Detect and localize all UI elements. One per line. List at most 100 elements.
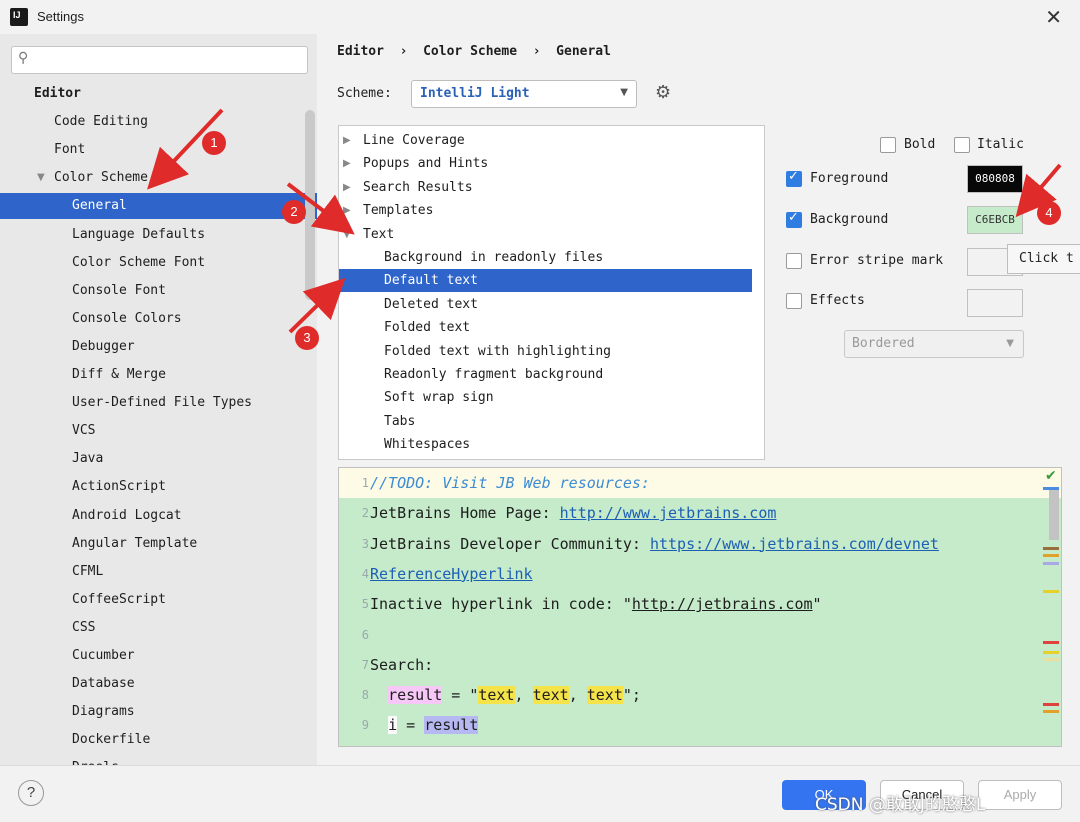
sidebar-item[interactable]: CSS <box>0 615 317 641</box>
sidebar-item[interactable]: Dockerfile <box>0 727 317 753</box>
sidebar-item[interactable]: Editor <box>0 81 317 107</box>
hyperlink[interactable]: ReferenceHyperlink <box>370 565 533 583</box>
stripe-mark <box>1043 703 1059 706</box>
attribute-tree-item[interactable]: ▶ Templates <box>339 199 752 222</box>
settings-search-input[interactable]: ⚲ <box>11 46 308 74</box>
chevron-right-icon[interactable]: ▶ <box>343 129 351 152</box>
hyperlink[interactable]: https://www.jetbrains.com/devnet <box>650 535 939 553</box>
sidebar-item[interactable]: Android Logcat <box>0 503 317 529</box>
attribute-tree-item[interactable]: ▶ Line Coverage <box>339 129 752 152</box>
help-icon[interactable]: ? <box>18 780 44 806</box>
sidebar-item[interactable]: Database <box>0 671 317 697</box>
code-token: = " <box>442 686 479 705</box>
chevron-down-icon[interactable]: ▼ <box>343 223 351 246</box>
sidebar-item[interactable]: CoffeeScript <box>0 587 317 613</box>
code-token: JetBrains Home Page: <box>370 504 560 523</box>
sidebar-item[interactable]: VCS <box>0 418 317 444</box>
italic-checkbox[interactable] <box>954 137 970 153</box>
color-scheme-preview: 1//TODO: Visit JB Web resources: 2 JetBrai… <box>338 467 1062 747</box>
sidebar-item[interactable]: Debugger <box>0 334 317 360</box>
attribute-tree-item[interactable]: Readonly fragment background <box>339 363 752 386</box>
foreground-label: Foreground <box>810 171 889 186</box>
background-color-swatch[interactable]: C6EBCB <box>967 206 1023 234</box>
stripe-mark <box>1043 710 1059 713</box>
gear-icon[interactable]: ⚙ <box>655 82 671 103</box>
preview-line: 4 ReferenceHyperlink <box>339 559 1061 589</box>
breadcrumb-separator: › <box>532 44 541 59</box>
sidebar-item[interactable]: Color Scheme <box>0 165 317 191</box>
attribute-tree-item[interactable]: Default text <box>339 269 752 293</box>
sidebar-item[interactable]: General <box>0 193 317 220</box>
effects-checkbox[interactable] <box>786 293 802 309</box>
sidebar-item[interactable]: Color Scheme Font <box>0 250 317 276</box>
attribute-label: Folded text with highlighting <box>384 343 611 359</box>
sidebar-item[interactable]: User-Defined File Types <box>0 390 317 416</box>
hyperlink[interactable]: http://www.jetbrains.com <box>560 504 777 522</box>
error-stripe-checkbox[interactable] <box>786 253 802 269</box>
title-bar <box>0 0 1080 34</box>
sidebar-item[interactable]: Language Defaults <box>0 222 317 248</box>
code-text: //TODO: Visit JB Web resources: <box>370 468 650 498</box>
attribute-tree-item[interactable]: ▶ Search Results <box>339 176 752 199</box>
sidebar-item[interactable]: ActionScript <box>0 474 317 500</box>
line-number: 5 <box>361 597 369 612</box>
line-number: 3 <box>361 536 369 551</box>
attribute-tree-item[interactable]: Whitespaces <box>339 433 752 456</box>
sidebar-item[interactable]: Diff & Merge <box>0 362 317 388</box>
attribute-label: Search Results <box>363 179 473 195</box>
chevron-down-icon: ▼ <box>620 87 628 98</box>
sidebar-item[interactable]: Angular Template <box>0 531 317 557</box>
intellij-app-icon: IJ <box>8 6 30 28</box>
code-token: result <box>388 686 443 705</box>
close-icon[interactable]: ✕ <box>1045 5 1062 29</box>
foreground-checkbox[interactable] <box>786 169 802 187</box>
preview-line: 1//TODO: Visit JB Web resources: <box>339 468 1061 498</box>
attribute-label: Popups and Hints <box>363 156 489 172</box>
attribute-tree-item[interactable]: Tabs <box>339 410 752 433</box>
annotation-badge-4: 4 <box>1037 201 1061 225</box>
effects-color-swatch[interactable] <box>967 289 1023 317</box>
breadcrumb-color-scheme[interactable]: Color Scheme <box>423 44 517 59</box>
effects-label: Effects <box>810 293 865 308</box>
sidebar-item[interactable]: Cucumber <box>0 643 317 669</box>
tooltip: Click t <box>1007 244 1080 274</box>
sidebar-item[interactable]: Code Editing <box>0 109 317 135</box>
sidebar-item[interactable]: Java <box>0 446 317 472</box>
attribute-tree-item[interactable]: Soft wrap sign <box>339 386 752 409</box>
sidebar-item[interactable]: Console Colors <box>0 306 317 332</box>
apply-button[interactable]: Apply <box>978 780 1062 810</box>
attribute-tree-item[interactable]: ▼ Text <box>339 223 752 246</box>
attribute-label: Deleted text <box>384 296 478 312</box>
attribute-tree-item[interactable]: Deleted text <box>339 293 752 316</box>
effects-style-select[interactable]: Bordered ▼ <box>844 330 1024 358</box>
attribute-label: Folded text <box>384 320 471 336</box>
foreground-color-swatch[interactable]: 080808 <box>967 165 1023 193</box>
background-checkbox[interactable] <box>786 210 802 228</box>
error-stripe-label: Error stripe mark <box>810 253 944 268</box>
watermark: CSDN @敢敢J的憨憨L <box>815 795 986 815</box>
attribute-label: Templates <box>363 203 434 219</box>
effects-style-value: Bordered <box>852 336 915 351</box>
sidebar-item[interactable]: Drools <box>0 755 317 765</box>
attribute-tree-item[interactable]: Folded text with highlighting <box>339 340 752 363</box>
sidebar-item[interactable]: CFML <box>0 559 317 585</box>
code-text: Search: <box>370 650 433 680</box>
code-token: = <box>397 716 425 735</box>
line-number: 9 <box>361 718 369 733</box>
attribute-tree-item[interactable]: ▶ Popups and Hints <box>339 152 752 175</box>
breadcrumb-editor[interactable]: Editor <box>337 44 384 59</box>
sidebar-item[interactable]: Diagrams <box>0 699 317 725</box>
sidebar-item[interactable]: Font <box>0 137 317 163</box>
chevron-right-icon[interactable]: ▶ <box>343 199 351 222</box>
chevron-right-icon[interactable]: ▶ <box>343 176 351 199</box>
preview-scrollbar[interactable] <box>1049 490 1059 540</box>
attribute-tree-item[interactable]: Folded text <box>339 316 752 339</box>
attribute-tree-item[interactable]: Background in readonly files <box>339 246 752 269</box>
sidebar-item[interactable]: Console Font <box>0 278 317 304</box>
code-text: Inactive hyperlink in code: "http://jetb… <box>370 589 822 619</box>
bold-checkbox[interactable] <box>880 137 896 153</box>
stripe-mark <box>1043 651 1059 654</box>
chevron-right-icon[interactable]: ▶ <box>343 152 351 175</box>
sidebar-scrollbar[interactable] <box>305 110 315 300</box>
scheme-select[interactable]: IntelliJ Light ▼ <box>411 80 637 108</box>
